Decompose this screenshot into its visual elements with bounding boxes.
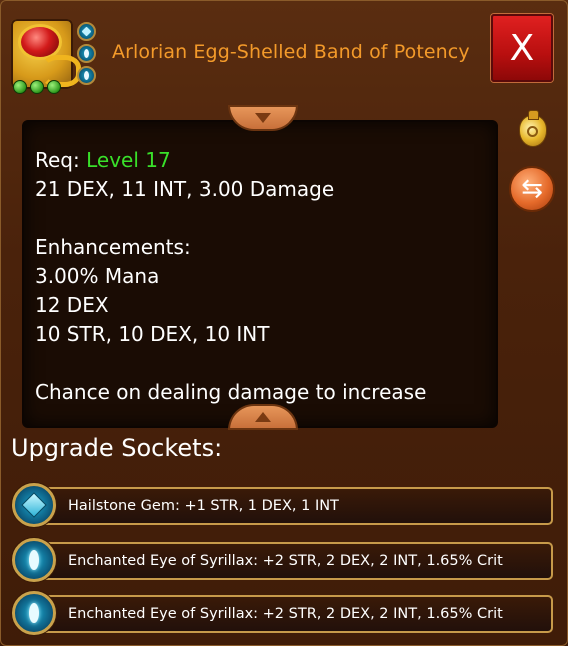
swap-arrows-icon: ⇆ (521, 174, 543, 204)
swap-button[interactable]: ⇆ (509, 166, 555, 212)
enhancement-line: 3.00% Mana (35, 264, 160, 288)
sell-button[interactable] (514, 110, 552, 150)
arrow-down-icon (255, 113, 271, 123)
enhancement-line: 12 DEX (35, 293, 109, 317)
socket-row[interactable]: Enchanted Eye of Syrillax: +2 STR, 2 DEX… (12, 591, 553, 635)
arrow-up-icon (255, 412, 271, 422)
ruby-ring-icon (11, 19, 81, 89)
socket-description: Enchanted Eye of Syrillax: +2 STR, 2 DEX… (34, 542, 553, 580)
enhancement-line: 10 STR, 10 DEX, 10 INT (35, 322, 270, 346)
socket-indicators (77, 22, 96, 85)
enhancements-heading: Enhancements: (35, 235, 191, 259)
proc-description: Chance on dealing damage to increase (35, 380, 427, 404)
req-label: Req: (35, 148, 80, 172)
sell-bag-icon (519, 110, 547, 147)
pip-icon (47, 80, 61, 94)
eye-gem-icon (77, 66, 96, 85)
socket-description: Hailstone Gem: +1 STR, 1 DEX, 1 INT (34, 487, 553, 525)
level-requirement: Level 17 (86, 148, 171, 172)
item-description-text: Req: Level 17 21 DEX, 11 INT, 3.00 Damag… (35, 146, 426, 407)
pip-icon (13, 80, 27, 94)
socket-row[interactable]: Hailstone Gem: +1 STR, 1 DEX, 1 INT (12, 483, 553, 527)
item-title: Arlorian Egg-Shelled Band of Potency (112, 41, 470, 63)
upgrade-sockets-heading: Upgrade Sockets: (11, 434, 223, 462)
hailstone-gem-icon (12, 483, 56, 527)
pip-icon (30, 80, 44, 94)
eye-gem-icon (77, 44, 96, 63)
eye-gem-icon (12, 538, 56, 582)
item-description-panel[interactable]: Req: Level 17 21 DEX, 11 INT, 3.00 Damag… (22, 120, 498, 428)
hailstone-gem-icon (77, 22, 96, 41)
eye-gem-icon (12, 591, 56, 635)
stat-requirements: 21 DEX, 11 INT, 3.00 Damage (35, 177, 335, 201)
socket-row[interactable]: Enchanted Eye of Syrillax: +2 STR, 2 DEX… (12, 538, 553, 582)
ruby-gem-shape (21, 27, 59, 57)
close-button[interactable]: X (491, 14, 553, 82)
requirement-line: Req: Level 17 (35, 146, 426, 175)
item-rarity-pips (13, 80, 61, 94)
socket-description: Enchanted Eye of Syrillax: +2 STR, 2 DEX… (34, 595, 553, 633)
